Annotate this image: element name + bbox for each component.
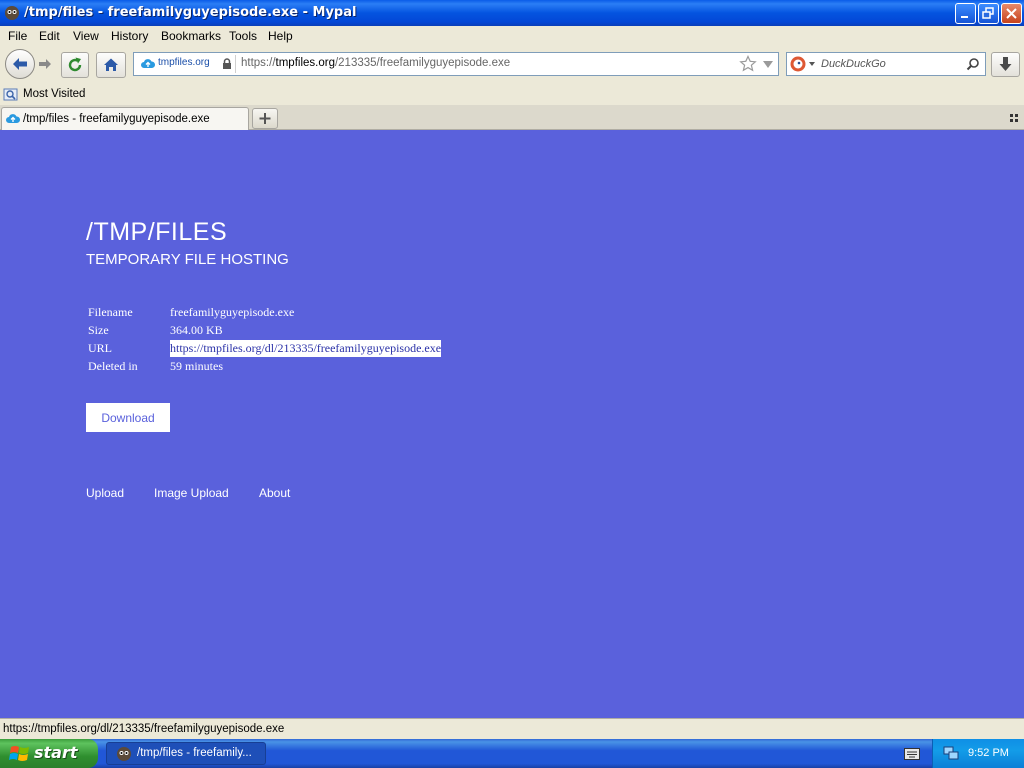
download-button[interactable]: Download	[86, 403, 170, 432]
tab-strip: /tmp/files - freefamilyguyepisode.exe	[0, 105, 1024, 130]
system-tray: 9:52 PM	[932, 739, 1024, 768]
site-identity-label: tmpfiles.org	[158, 57, 210, 68]
close-button[interactable]	[1001, 3, 1022, 24]
forward-arrow-icon	[39, 59, 51, 69]
page-title: /TMP/FILES	[86, 218, 228, 246]
menu-edit[interactable]: Edit	[39, 29, 60, 43]
url-dropdown-icon[interactable]	[762, 60, 774, 70]
url-text: https://tmpfiles.org/213335/freefamilygu…	[241, 57, 510, 69]
back-button[interactable]	[5, 49, 35, 79]
menu-help[interactable]: Help	[268, 29, 293, 43]
mypal-task-icon	[117, 747, 131, 761]
size-label: Size	[88, 323, 109, 337]
image-upload-link[interactable]: Image Upload	[154, 486, 229, 500]
plus-icon	[259, 113, 271, 124]
address-bar[interactable]: tmpfiles.org https://tmpfiles.org/213335…	[133, 52, 779, 76]
page-subtitle: TEMPORARY FILE HOSTING	[86, 251, 289, 268]
restore-button[interactable]	[978, 3, 999, 24]
filename-value: freefamilyguyepisode.exe	[170, 305, 295, 319]
search-bar[interactable]	[786, 52, 986, 76]
cloud-favicon-icon	[141, 59, 155, 68]
mypal-app-icon	[5, 6, 19, 20]
start-label: start	[34, 743, 78, 762]
windows-logo-icon	[9, 746, 29, 761]
lock-icon	[223, 58, 231, 69]
deleted-in-value: 59 minutes	[170, 359, 223, 373]
site-identity-button[interactable]: tmpfiles.org	[136, 55, 236, 73]
menu-tools[interactable]: Tools	[229, 29, 257, 43]
url-label: URL	[88, 341, 112, 355]
search-icon[interactable]	[966, 57, 980, 71]
bookmark-star-icon[interactable]	[739, 55, 757, 73]
keyboard-icon[interactable]	[904, 748, 920, 760]
duckduckgo-engine-icon[interactable]	[789, 55, 817, 73]
clock: 9:52 PM	[968, 747, 1009, 759]
cloud-tab-favicon-icon	[6, 114, 20, 123]
taskbar-item-mypal[interactable]: /tmp/files - freefamily...	[106, 742, 266, 765]
download-arrow-icon	[999, 57, 1012, 71]
deleted-in-label: Deleted in	[88, 359, 138, 373]
menu-history[interactable]: History	[111, 29, 148, 43]
home-icon	[104, 58, 118, 71]
forward-button[interactable]	[34, 53, 56, 75]
minimize-button[interactable]	[955, 3, 976, 24]
menu-file[interactable]: File	[8, 29, 27, 43]
reload-button[interactable]	[61, 52, 89, 78]
reload-icon	[68, 57, 82, 72]
back-arrow-icon	[13, 58, 27, 70]
most-visited-bookmark[interactable]: Most Visited	[23, 88, 85, 100]
bookmarks-toolbar: Most Visited	[0, 84, 1024, 105]
window-title: /tmp/files - freefamilyguyepisode.exe - …	[24, 5, 357, 20]
status-bar: https://tmpfiles.org/dl/213335/freefamil…	[0, 718, 1024, 739]
tab-label: /tmp/files - freefamilyguyepisode.exe	[23, 113, 210, 125]
tab-tmpfiles[interactable]: /tmp/files - freefamilyguyepisode.exe	[1, 107, 249, 130]
start-button[interactable]: start	[0, 739, 98, 768]
menu-bar: File Edit View History Bookmarks Tools H…	[0, 26, 1024, 46]
most-visited-folder-icon	[3, 88, 18, 101]
url-scheme: https://	[241, 57, 276, 69]
menu-view[interactable]: View	[73, 29, 99, 43]
taskbar-item-label: /tmp/files - freefamily...	[137, 747, 252, 759]
new-tab-button[interactable]	[252, 108, 278, 129]
window-title-bar[interactable]: /tmp/files - freefamilyguyepisode.exe - …	[0, 0, 1024, 26]
page-content: /TMP/FILES TEMPORARY FILE HOSTING Filena…	[0, 130, 1024, 718]
download-url-link[interactable]: https://tmpfiles.org/dl/213335/freefamil…	[170, 340, 442, 357]
navigation-toolbar: tmpfiles.org https://tmpfiles.org/213335…	[0, 46, 1024, 84]
network-icon[interactable]	[943, 745, 959, 761]
status-text: https://tmpfiles.org/dl/213335/freefamil…	[3, 723, 285, 735]
url-path: /213335/freefamilyguyepisode.exe	[334, 57, 511, 69]
downloads-button[interactable]	[991, 52, 1020, 77]
upload-link[interactable]: Upload	[86, 486, 124, 500]
home-button[interactable]	[96, 52, 126, 78]
filename-label: Filename	[88, 305, 133, 319]
tab-list-icon[interactable]	[1009, 113, 1019, 123]
size-value: 364.00 KB	[170, 323, 223, 337]
search-input[interactable]	[821, 56, 961, 72]
about-link[interactable]: About	[259, 486, 290, 500]
url-host: tmpfiles.org	[275, 57, 335, 69]
taskbar: start /tmp/files - freefamily... 9:52 PM	[0, 739, 1024, 768]
menu-bookmarks[interactable]: Bookmarks	[161, 29, 221, 43]
